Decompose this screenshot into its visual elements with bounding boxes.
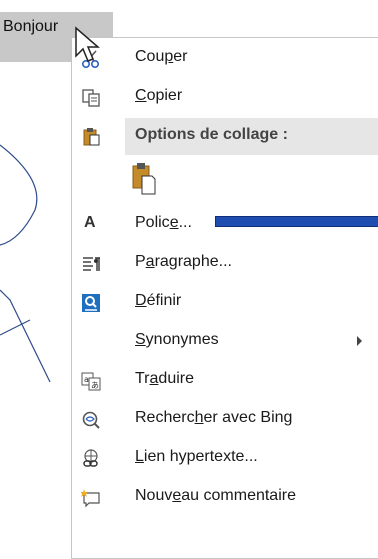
menu-item-label: Nouveau commentaire: [135, 487, 296, 504]
menu-item-paragraph[interactable]: Paragraphe...: [72, 245, 378, 282]
menu-item-hyperlink[interactable]: Lien hypertexte...: [72, 440, 378, 477]
paste-keep-format-icon: [132, 163, 156, 195]
menu-item-label: Police...: [135, 214, 192, 231]
menu-item-cut[interactable]: Couper: [72, 40, 378, 77]
menu-item-font[interactable]: A Police...: [72, 206, 378, 243]
menu-item-label: Définir: [135, 292, 182, 309]
paragraph-icon: [83, 257, 100, 271]
menu-item-paste-keep-format[interactable]: [72, 156, 378, 201]
menu-header-paste-options: Options de collage :: [72, 118, 378, 155]
menu-item-label: Rechercher avec Bing: [135, 409, 293, 426]
menu-item-label: Synonymes: [135, 331, 219, 348]
menu-item-synonyms[interactable]: Synonymes: [72, 323, 378, 360]
menu-item-label: Lien hypertexte...: [135, 448, 258, 465]
copy-icon: [82, 89, 100, 107]
define-icon: [82, 294, 100, 312]
menu-item-new-comment[interactable]: Nouveau commentaire: [72, 479, 378, 516]
paste-options-label: Options de collage :: [135, 126, 288, 143]
menu-item-define[interactable]: Définir: [72, 284, 378, 321]
svg-text:a: a: [84, 375, 89, 384]
submenu-arrow-icon: [357, 336, 362, 346]
font-a-icon: A: [84, 214, 96, 231]
hyperlink-icon: [83, 449, 98, 467]
menu-item-label: Couper: [135, 48, 188, 65]
menu-item-label: Copier: [135, 87, 183, 104]
menu-item-copy[interactable]: Copier: [72, 79, 378, 116]
menu-item-translate[interactable]: a あ Traduire: [72, 362, 378, 399]
bing-search-icon: [82, 411, 100, 429]
redacted-bar: [215, 216, 378, 227]
menu-item-label: Traduire: [135, 370, 194, 387]
translate-icon: a あ: [81, 372, 101, 391]
clipboard-icon: [83, 128, 100, 146]
context-menu: Couper Copier Options de collage : A Pol…: [71, 37, 378, 559]
menu-item-label: Paragraphe...: [135, 253, 232, 270]
svg-text:あ: あ: [91, 381, 99, 390]
menu-item-bing-search[interactable]: Rechercher avec Bing: [72, 401, 378, 438]
new-comment-icon: [81, 489, 100, 508]
mouse-cursor-icon: [75, 26, 101, 62]
